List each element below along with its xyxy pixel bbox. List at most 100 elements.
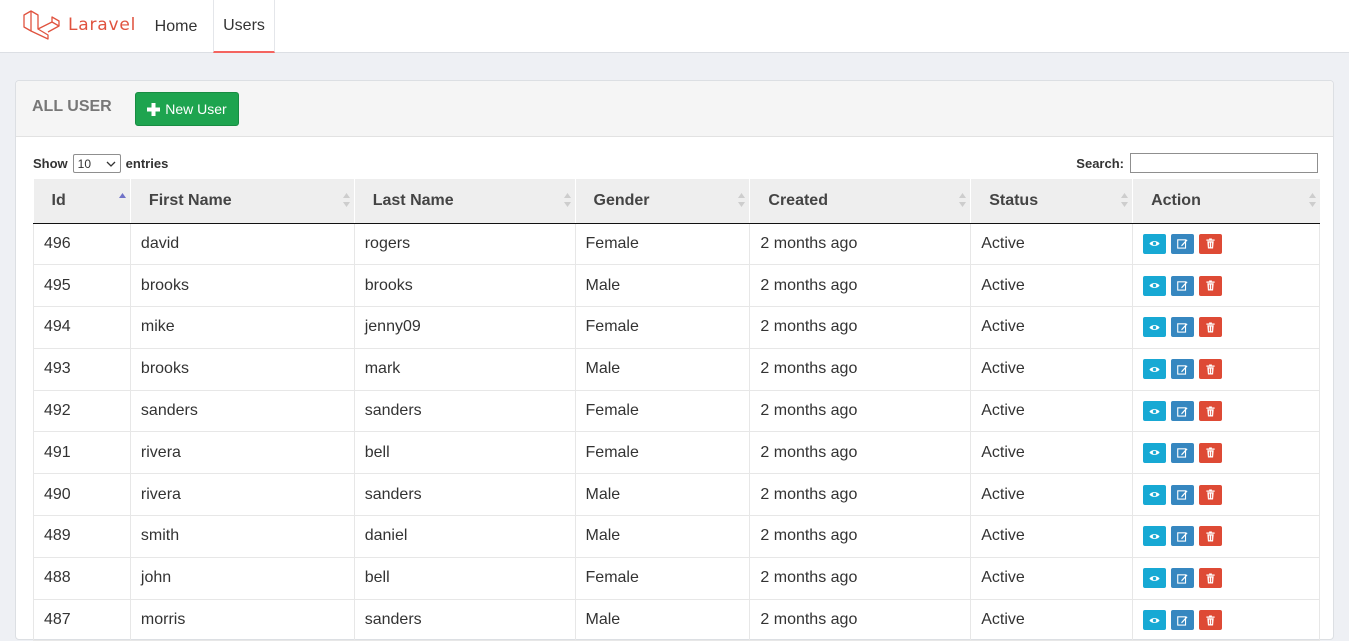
table-row: 493 brooks mark Male 2 months ago Active: [33, 348, 1320, 391]
cell-first-name: smith: [130, 515, 355, 558]
row-actions: [1143, 484, 1309, 505]
row-actions: [1143, 317, 1309, 338]
col-header-gender[interactable]: Gender: [575, 179, 751, 224]
delete-button[interactable]: [1199, 610, 1223, 631]
cell-status: Active: [970, 223, 1134, 266]
entries-select[interactable]: 10: [72, 154, 121, 173]
view-button[interactable]: [1143, 610, 1167, 631]
cell-created: 2 months ago: [749, 599, 972, 641]
edit-button[interactable]: [1171, 568, 1195, 589]
view-button[interactable]: [1143, 401, 1167, 422]
edit-button[interactable]: [1171, 610, 1195, 631]
show-label: Show: [33, 156, 68, 171]
cell-first-name: rivera: [130, 431, 355, 475]
cell-last-name: jenny09: [354, 306, 576, 349]
view-button[interactable]: [1143, 568, 1167, 589]
col-header-action[interactable]: Action: [1132, 179, 1320, 224]
sort-arrows-icon: [959, 193, 967, 207]
delete-button[interactable]: [1199, 233, 1223, 254]
cell-status: Active: [970, 431, 1134, 475]
row-actions: [1143, 359, 1309, 380]
cell-action: [1132, 264, 1320, 308]
view-button[interactable]: [1143, 275, 1167, 296]
col-header-id[interactable]: Id: [33, 179, 131, 224]
cell-first-name: david: [130, 223, 355, 266]
eye-icon: [1149, 241, 1160, 247]
cell-created: 2 months ago: [749, 223, 972, 266]
view-button[interactable]: [1143, 526, 1167, 547]
new-user-button[interactable]: New User: [135, 92, 239, 126]
nav-home[interactable]: Home: [145, 0, 207, 53]
view-button[interactable]: [1143, 317, 1167, 338]
trash-icon: [1206, 364, 1215, 375]
cell-id: 491: [33, 431, 131, 475]
view-button[interactable]: [1143, 359, 1167, 380]
cell-action: [1132, 223, 1320, 266]
trash-icon: [1206, 280, 1215, 291]
eye-icon: [1149, 492, 1160, 498]
cell-action: [1132, 348, 1320, 391]
table-header-row: Id First Name Last Name Gender Created S…: [33, 179, 1320, 224]
cell-status: Active: [970, 599, 1134, 641]
edit-button[interactable]: [1171, 526, 1195, 547]
edit-button[interactable]: [1171, 359, 1195, 380]
col-header-created[interactable]: Created: [749, 179, 972, 224]
edit-icon: [1177, 532, 1188, 542]
cell-created: 2 months ago: [749, 473, 972, 517]
entries-label: entries: [125, 156, 169, 171]
edit-button[interactable]: [1171, 442, 1195, 463]
table-row: 491 rivera bell Female 2 months ago Acti…: [33, 431, 1320, 475]
cell-last-name: brooks: [354, 264, 576, 308]
cell-created: 2 months ago: [749, 557, 972, 600]
cell-id: 495: [33, 264, 131, 308]
edit-button[interactable]: [1171, 401, 1195, 422]
panel-heading: ALL USER New User: [16, 81, 1333, 137]
delete-button[interactable]: [1199, 359, 1223, 380]
edit-icon: [1177, 448, 1188, 459]
view-button[interactable]: [1143, 484, 1167, 505]
row-actions: [1143, 442, 1309, 463]
cell-id: 487: [33, 599, 131, 641]
view-button[interactable]: [1143, 442, 1167, 463]
view-button[interactable]: [1143, 233, 1167, 254]
table-row: 494 mike jenny09 Female 2 months ago Act…: [33, 306, 1320, 349]
cell-status: Active: [970, 515, 1134, 558]
delete-button[interactable]: [1199, 317, 1223, 338]
row-actions: [1143, 401, 1309, 422]
cell-status: Active: [970, 306, 1134, 349]
cell-gender: Female: [575, 390, 751, 433]
eye-icon: [1149, 534, 1160, 539]
delete-button[interactable]: [1199, 484, 1223, 505]
table-row: 489 smith daniel Male 2 months ago Activ…: [33, 515, 1320, 558]
users-panel: ALL USER New User Show 10 entries Search…: [15, 80, 1334, 641]
sort-arrows-icon: [563, 193, 571, 207]
eye-icon: [1149, 283, 1160, 289]
delete-button[interactable]: [1199, 401, 1223, 422]
edit-icon: [1177, 490, 1188, 500]
col-header-last-name[interactable]: Last Name: [354, 179, 576, 224]
cell-last-name: bell: [354, 431, 576, 475]
table-row: 492 sanders sanders Female 2 months ago …: [33, 390, 1320, 433]
table-row: 487 morris sanders Male 2 months ago Act…: [33, 599, 1320, 641]
cell-last-name: mark: [354, 348, 576, 391]
nav-users[interactable]: Users: [213, 0, 275, 53]
row-actions: [1143, 568, 1309, 589]
cell-gender: Female: [575, 306, 751, 349]
delete-button[interactable]: [1199, 442, 1223, 463]
cell-created: 2 months ago: [749, 390, 972, 433]
delete-button[interactable]: [1199, 275, 1223, 296]
delete-button[interactable]: [1199, 568, 1223, 589]
brand-link[interactable]: Laravel: [22, 9, 136, 41]
delete-button[interactable]: [1199, 526, 1223, 547]
edit-button[interactable]: [1171, 275, 1195, 296]
search-input[interactable]: [1130, 153, 1318, 173]
eye-icon: [1149, 450, 1160, 456]
edit-button[interactable]: [1171, 317, 1195, 338]
cell-last-name: sanders: [354, 473, 576, 517]
col-header-first-name[interactable]: First Name: [130, 179, 355, 224]
edit-button[interactable]: [1171, 484, 1195, 505]
edit-button[interactable]: [1171, 233, 1195, 254]
eye-icon: [1149, 325, 1160, 330]
cell-action: [1132, 599, 1320, 641]
col-header-status[interactable]: Status: [970, 179, 1134, 224]
